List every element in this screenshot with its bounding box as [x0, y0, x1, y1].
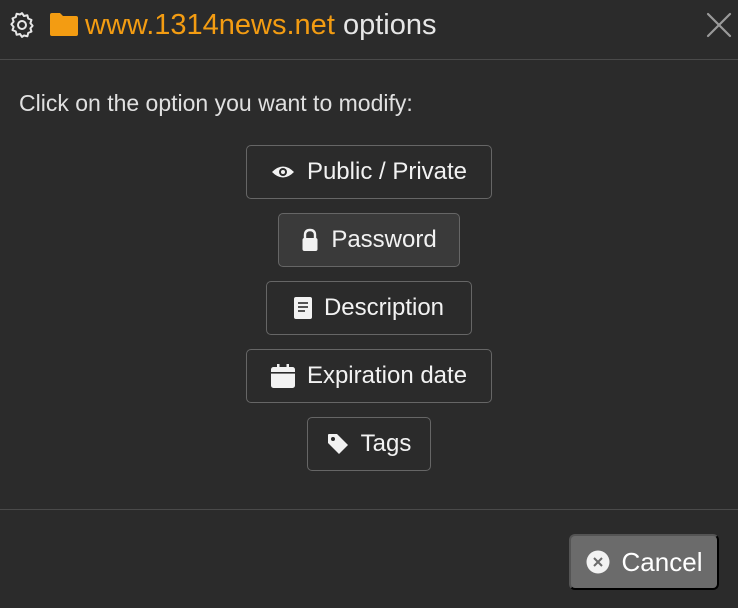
option-label: Password	[331, 226, 437, 253]
document-icon	[293, 297, 312, 319]
gear-icon	[10, 12, 34, 38]
lock-icon	[301, 228, 319, 252]
expiration-date-button[interactable]: Expiration date	[246, 349, 492, 403]
footer-divider	[0, 509, 738, 510]
close-icon[interactable]	[703, 9, 735, 41]
option-label: Description	[323, 294, 445, 321]
instruction-text: Click on the option you want to modify:	[19, 90, 413, 116]
dialog-header: www.1314news.net options	[0, 0, 738, 60]
site-domain: www.1314news.net	[85, 9, 335, 41]
tag-icon	[327, 433, 349, 455]
cancel-label: Cancel	[621, 546, 703, 577]
eye-icon	[271, 163, 295, 181]
password-button[interactable]: Password	[278, 213, 460, 267]
description-button[interactable]: Description	[266, 281, 472, 335]
calendar-icon	[270, 364, 295, 388]
close-circle-icon	[586, 550, 610, 574]
title-suffix: options	[342, 9, 437, 41]
option-label: Tags	[360, 430, 412, 457]
public-private-button[interactable]: Public / Private	[246, 145, 492, 199]
cancel-button[interactable]: Cancel	[569, 534, 719, 590]
folder-icon	[50, 13, 78, 36]
tags-button[interactable]: Tags	[307, 417, 431, 471]
option-label: Expiration date	[306, 362, 468, 389]
dialog-title: www.1314news.net options	[85, 6, 436, 44]
option-label: Public / Private	[306, 158, 468, 185]
